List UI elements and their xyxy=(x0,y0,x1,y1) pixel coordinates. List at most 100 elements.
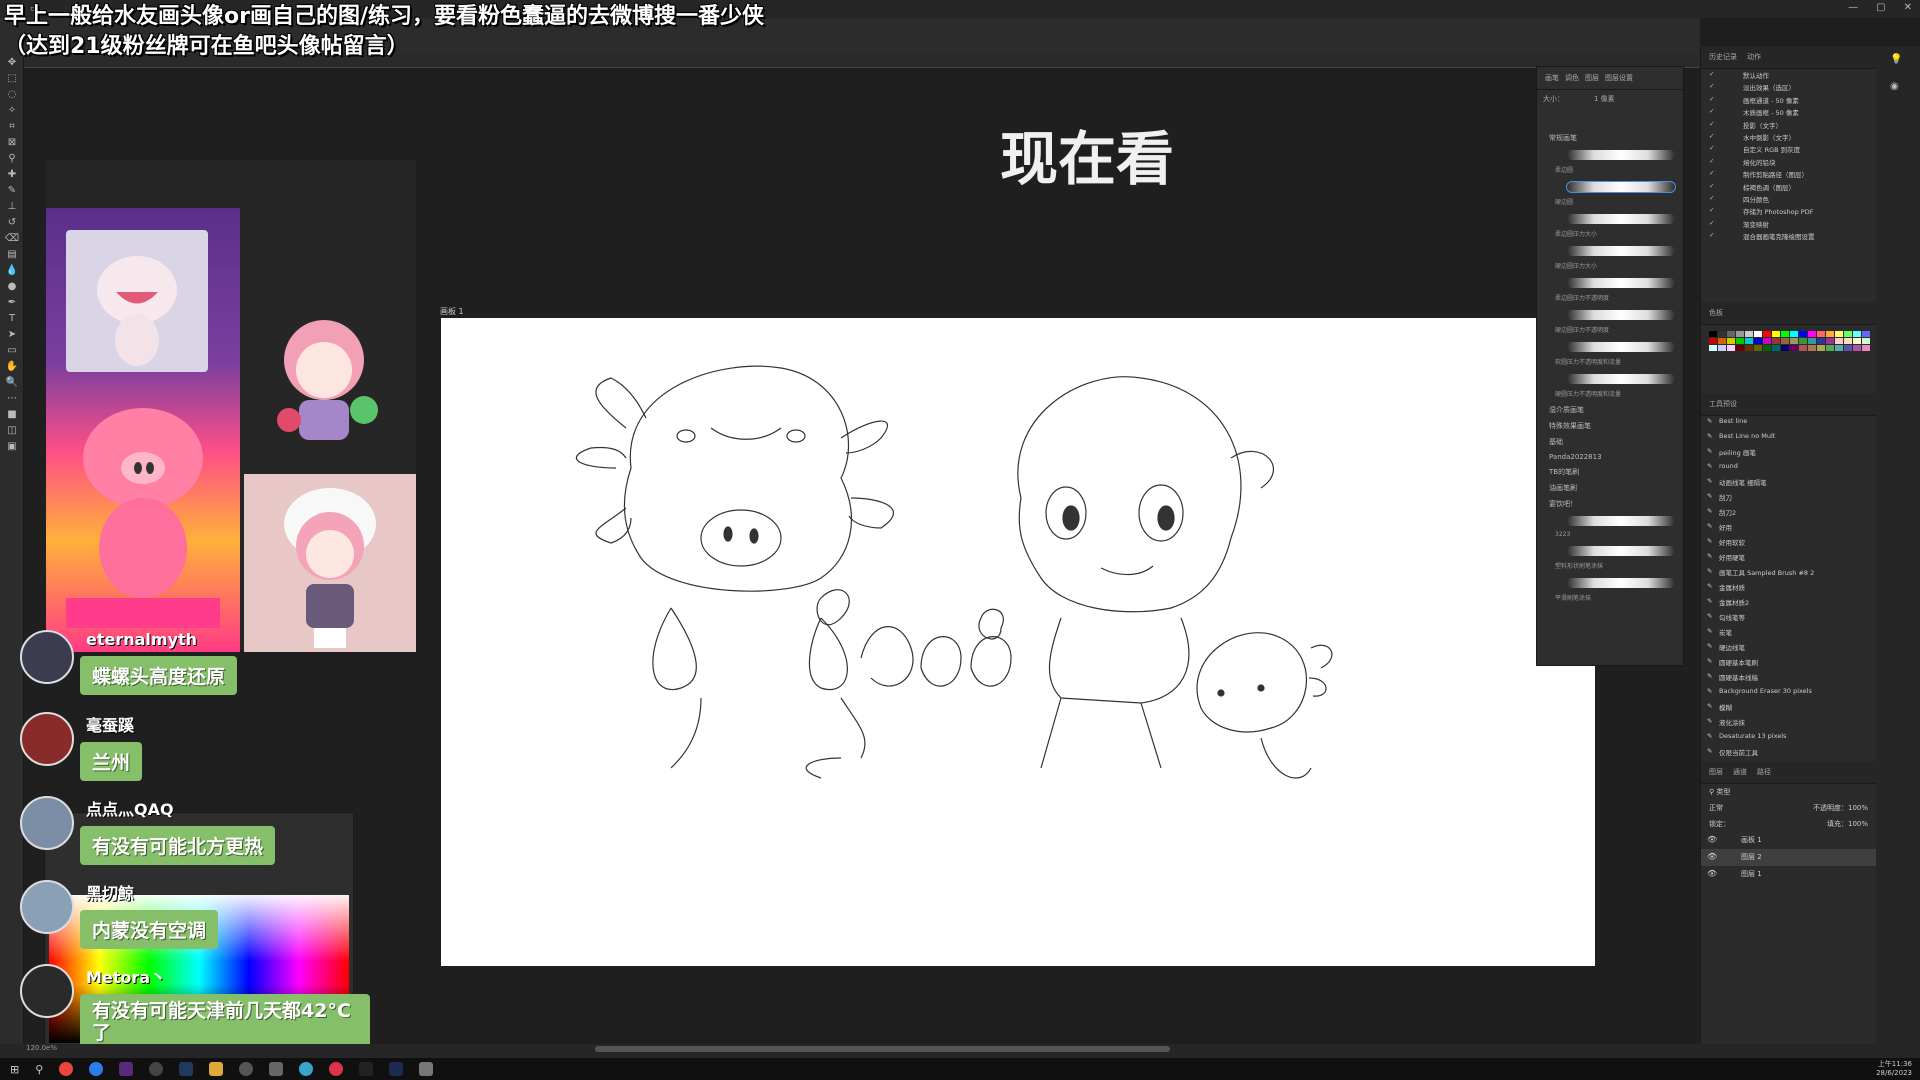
netease-music-icon[interactable] xyxy=(329,1062,344,1076)
color-swatch[interactable] xyxy=(1772,338,1780,345)
brush-group[interactable]: 基础 xyxy=(1537,434,1683,450)
quick-mask-icon[interactable]: ◫ xyxy=(0,422,24,438)
color-swatch[interactable] xyxy=(1745,331,1753,338)
color-swatch[interactable] xyxy=(1736,331,1744,338)
minimize-icon[interactable]: — xyxy=(1848,2,1858,13)
brush-group[interactable]: 常规画笔 xyxy=(1537,130,1683,146)
tool-preset-item[interactable]: 好用硬笔 xyxy=(1701,551,1876,566)
app-icon[interactable] xyxy=(299,1062,314,1076)
color-swatch[interactable] xyxy=(1853,331,1861,338)
current-tool-only-checkbox[interactable]: 仅限当前工具 xyxy=(1701,746,1876,761)
close-icon[interactable]: ✕ xyxy=(1904,2,1912,13)
brush-item[interactable]: 平滑刷笔涂抹 xyxy=(1537,592,1683,606)
screen-mode-icon[interactable]: ▣ xyxy=(0,438,24,454)
tool-preset-item[interactable]: 好用软软 xyxy=(1701,536,1876,551)
tool-preset-item[interactable]: 刮刀2 xyxy=(1701,506,1876,521)
brush-item[interactable]: 硬圆压力不透明度和流量 xyxy=(1537,388,1683,402)
fill-field[interactable]: 填充：100% xyxy=(1827,819,1868,829)
opacity-field[interactable]: 不透明度：100% xyxy=(1813,803,1868,813)
horizontal-scrollbar[interactable] xyxy=(595,1046,1170,1052)
tool-preset-item[interactable]: 圆硬基本笔刷 xyxy=(1701,656,1876,671)
tool-preset-item[interactable]: 画笔工具 Sampled Brush #8 2 xyxy=(1701,566,1876,581)
tab-swatches[interactable]: 色板 xyxy=(1709,308,1723,318)
color-swatch[interactable] xyxy=(1844,345,1852,352)
action-item[interactable]: 水中倒影（文字） xyxy=(1701,131,1876,143)
tool-preset-item[interactable]: 好用 xyxy=(1701,521,1876,536)
brush-item[interactable]: 硬边圆 xyxy=(1537,196,1683,210)
brush-item[interactable]: 柔边圆 xyxy=(1537,164,1683,178)
color-swatch[interactable] xyxy=(1754,338,1762,345)
color-swatch[interactable] xyxy=(1763,345,1771,352)
file-explorer-icon[interactable] xyxy=(209,1062,224,1076)
premiere-icon[interactable] xyxy=(119,1062,134,1076)
tool-preset-item[interactable]: peiling 画笔 xyxy=(1701,446,1876,461)
color-swatch[interactable] xyxy=(1727,338,1735,345)
marquee-tool-icon[interactable]: ⬚ xyxy=(0,70,24,86)
tool-preset-item[interactable]: 圆硬基本线稿 xyxy=(1701,671,1876,686)
color-swatch[interactable] xyxy=(1790,345,1798,352)
edge-icon[interactable] xyxy=(89,1062,104,1076)
brush-group[interactable]: 湿介质画笔 xyxy=(1537,402,1683,418)
swatch-grid[interactable] xyxy=(1701,325,1876,357)
color-swatch[interactable] xyxy=(1862,345,1870,352)
color-swatch[interactable] xyxy=(1718,331,1726,338)
brush-group[interactable]: 特殊效果画笔 xyxy=(1537,418,1683,434)
color-swatch-icon[interactable]: ■ xyxy=(0,406,24,422)
tab-brush[interactable]: 画笔 xyxy=(1545,73,1559,83)
color-swatch[interactable] xyxy=(1727,331,1735,338)
brush-item[interactable]: 柔边圆压力大小 xyxy=(1537,228,1683,242)
app-icon[interactable] xyxy=(239,1062,254,1076)
brush-item[interactable]: 柔边圆压力不透明度 xyxy=(1537,292,1683,306)
stamp-tool-icon[interactable]: ⊥ xyxy=(0,198,24,214)
type-tool-icon[interactable]: T xyxy=(0,310,24,326)
color-swatch[interactable] xyxy=(1853,338,1861,345)
tool-preset-item[interactable]: Desaturate 13 pixels xyxy=(1701,731,1876,746)
blend-mode-select[interactable]: 正常 xyxy=(1709,803,1723,813)
search-icon[interactable]: ⚲ xyxy=(35,1063,43,1076)
brush-tool-icon[interactable]: ✎ xyxy=(0,182,24,198)
color-swatch[interactable] xyxy=(1772,331,1780,338)
comment-icon[interactable]: ◉ xyxy=(1876,73,1920,100)
color-swatch[interactable] xyxy=(1754,345,1762,352)
tool-preset-item[interactable]: 刮刀 xyxy=(1701,491,1876,506)
color-swatch[interactable] xyxy=(1736,345,1744,352)
action-item[interactable]: 混合器画笔克隆绘图设置 xyxy=(1701,230,1876,242)
color-swatch[interactable] xyxy=(1808,345,1816,352)
color-swatch[interactable] xyxy=(1745,345,1753,352)
brush-item[interactable]: 软圆压力不透明度和流量 xyxy=(1537,356,1683,370)
color-swatch[interactable] xyxy=(1844,338,1852,345)
color-swatch[interactable] xyxy=(1808,331,1816,338)
color-swatch[interactable] xyxy=(1736,338,1744,345)
color-swatch[interactable] xyxy=(1781,345,1789,352)
color-swatch[interactable] xyxy=(1718,338,1726,345)
photoshop-icon[interactable] xyxy=(179,1062,194,1076)
brush-item[interactable]: 塑料形状刷笔涂抹 xyxy=(1537,560,1683,574)
action-item[interactable]: 制作剪贴路径（图层） xyxy=(1701,168,1876,180)
color-swatch[interactable] xyxy=(1817,338,1825,345)
color-swatch[interactable] xyxy=(1763,331,1771,338)
zoom-tool-icon[interactable]: 🔍 xyxy=(0,374,24,390)
tool-preset-item[interactable]: 模糊 xyxy=(1701,701,1876,716)
tool-preset-item[interactable]: 液化涂抹 xyxy=(1701,716,1876,731)
eraser-tool-icon[interactable]: ⌫ xyxy=(0,230,24,246)
brush-item[interactable]: 硬边圆压力大小 xyxy=(1537,260,1683,274)
color-swatch[interactable] xyxy=(1862,331,1870,338)
tab-tool-presets[interactable]: 工具预设 xyxy=(1709,399,1737,409)
gradient-tool-icon[interactable]: ▤ xyxy=(0,246,24,262)
color-swatch[interactable] xyxy=(1817,331,1825,338)
tab-history[interactable]: 历史记录 xyxy=(1709,52,1737,62)
app-icon[interactable] xyxy=(389,1062,404,1076)
color-swatch[interactable] xyxy=(1799,338,1807,345)
color-swatch[interactable] xyxy=(1862,338,1870,345)
eye-icon[interactable]: 👁 xyxy=(1707,835,1717,844)
color-swatch[interactable] xyxy=(1709,331,1717,338)
tab-paths[interactable]: 路径 xyxy=(1757,767,1771,777)
layer-artboard[interactable]: 👁 画板 1 xyxy=(1701,832,1876,849)
eye-icon[interactable]: 👁 xyxy=(1707,852,1717,861)
lightbulb-icon[interactable]: 💡 xyxy=(1876,46,1920,73)
healing-tool-icon[interactable]: ✚ xyxy=(0,166,24,182)
color-swatch[interactable] xyxy=(1709,345,1717,352)
eyedropper-tool-icon[interactable]: ⚲ xyxy=(0,150,24,166)
crop-tool-icon[interactable]: ⌗ xyxy=(0,118,24,134)
color-swatch[interactable] xyxy=(1790,331,1798,338)
